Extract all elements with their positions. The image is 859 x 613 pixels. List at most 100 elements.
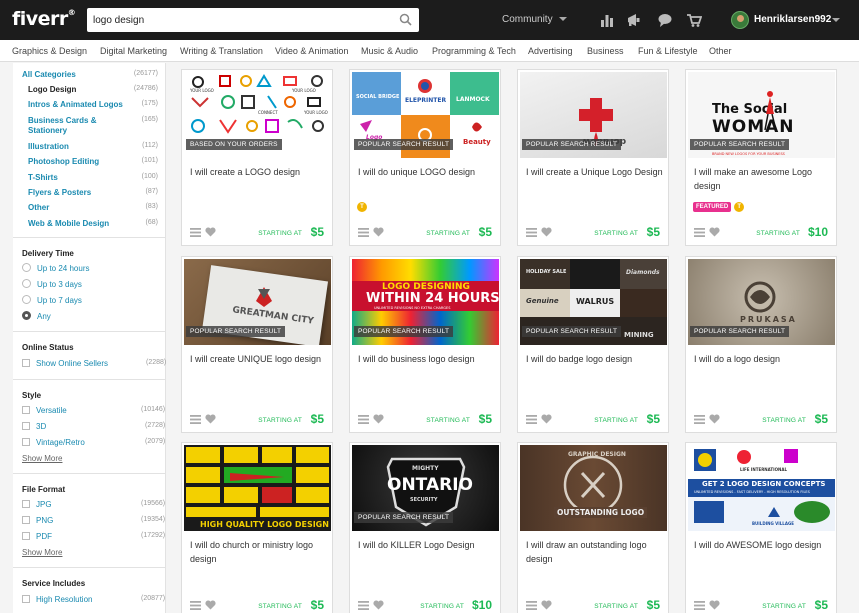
menu-icon[interactable] (526, 601, 537, 610)
radio-button[interactable] (22, 295, 31, 305)
gig-card[interactable]: GRAPHIC DESIGN OUTSTANDING LOGO I will d… (517, 442, 669, 613)
heart-icon[interactable] (709, 600, 720, 610)
chat-bubble-icon[interactable] (657, 12, 673, 28)
style-option-3d[interactable]: 3D (2728) (22, 421, 165, 431)
subcategory-flyers[interactable]: Flyers & Posters (87) (13, 188, 166, 202)
menu-icon[interactable] (358, 601, 369, 610)
style-option-vintage[interactable]: Vintage/Retro (2079) (22, 437, 165, 447)
chevron-down-icon[interactable] (832, 18, 840, 22)
subcategory-web-mobile[interactable]: Web & Mobile Design (68) (13, 219, 166, 233)
checkbox[interactable] (22, 405, 30, 414)
subcategory-all[interactable]: All Categories (26177) (13, 70, 166, 84)
search-input[interactable] (87, 8, 387, 32)
checkbox[interactable] (22, 437, 30, 446)
online-sellers-checkbox[interactable]: Show Online Sellers (2288) (22, 358, 166, 368)
gig-title[interactable]: I will do church or ministry logo design (190, 538, 328, 566)
heart-icon[interactable] (541, 600, 552, 610)
gig-card[interactable]: LIFE INTERNATIONAL GET 2 LOGO DESIGN CON… (685, 442, 837, 613)
format-option-pdf[interactable]: PDF (17292) (22, 531, 165, 541)
gig-title[interactable]: I will create a LOGO design (190, 165, 328, 179)
subcategory-illustration[interactable]: Illustration (112) (13, 142, 166, 156)
menu-icon[interactable] (694, 601, 705, 610)
gig-title[interactable]: I will make an awesome Logo design (694, 165, 832, 193)
menu-icon[interactable] (526, 228, 537, 237)
format-option-jpg[interactable]: JPG (19566) (22, 499, 165, 509)
checkbox[interactable] (22, 515, 30, 524)
heart-icon[interactable] (205, 600, 216, 610)
delivery-option-24h[interactable]: Up to 24 hours (22, 263, 89, 273)
nav-item-writing-translation[interactable]: Writing & Translation (180, 46, 263, 56)
menu-icon[interactable] (190, 228, 201, 237)
gig-title[interactable]: I will do a logo design (694, 352, 832, 366)
gig-card[interactable]: HOLIDAY SALE Diamonds Genuine WALRUS MIN… (517, 256, 669, 433)
gig-card[interactable]: LOGO DESIGNING WITHIN 24 HOURS UNLIMITED… (349, 256, 501, 433)
menu-icon[interactable] (358, 228, 369, 237)
delivery-option-3d[interactable]: Up to 3 days (22, 279, 82, 289)
nav-item-business[interactable]: Business (587, 46, 624, 56)
gig-card[interactable]: PRUKASA POPULAR SEARCH RESULT I will do … (685, 256, 837, 433)
fiverr-logo[interactable]: fiverr® (12, 8, 76, 30)
subcategory-tshirts[interactable]: T-Shirts (100) (13, 173, 166, 187)
radio-button[interactable] (22, 279, 31, 289)
megaphone-icon[interactable] (626, 12, 642, 28)
community-menu[interactable]: Community (502, 14, 567, 25)
nav-item-music-audio[interactable]: Music & Audio (361, 46, 418, 56)
menu-icon[interactable] (694, 415, 705, 424)
heart-icon[interactable] (373, 227, 384, 237)
gig-thumbnail[interactable]: LIFE INTERNATIONAL GET 2 LOGO DESIGN CON… (688, 445, 835, 531)
gig-card[interactable]: GREATMAN CITY POPULAR SEARCH RESULT I wi… (181, 256, 333, 433)
checkbox[interactable] (22, 421, 30, 430)
nav-item-graphics-design[interactable]: Graphics & Design (12, 46, 87, 56)
subcategory-logo-design[interactable]: Logo Design (24786) (13, 85, 166, 99)
checkbox[interactable] (22, 358, 30, 367)
user-avatar[interactable] (731, 11, 749, 29)
gig-title[interactable]: I will draw an outstanding logo design (526, 538, 664, 566)
delivery-option-any[interactable]: Any (22, 311, 51, 321)
gig-title[interactable]: I will do business logo design (358, 352, 496, 366)
menu-icon[interactable] (190, 415, 201, 424)
nav-item-programming-tech[interactable]: Programming & Tech (432, 46, 516, 56)
checkbox[interactable] (22, 594, 30, 603)
shopping-cart-icon[interactable] (686, 12, 702, 28)
gig-title[interactable]: I will do AWESOME logo design (694, 538, 832, 552)
subcategory-business-cards[interactable]: Business Cards & Stationery (165) (13, 116, 166, 138)
gig-title[interactable]: I will create UNIQUE logo design (190, 352, 328, 366)
gig-card[interactable]: MIGHTY ONTARIO SECURITY POPULAR SEARCH R… (349, 442, 501, 613)
menu-icon[interactable] (694, 228, 705, 237)
gig-title[interactable]: I will do badge logo design (526, 352, 664, 366)
search-icon[interactable] (399, 13, 412, 26)
gig-card[interactable]: YOUR LOGO YOUR LOGO CONNECT YOUR LOGO BASED… (181, 69, 333, 246)
checkbox[interactable] (22, 499, 30, 508)
analytics-icon[interactable] (599, 12, 615, 28)
gig-card[interactable]: SOCIAL BRIDGE ELEPRINTER LANMOCK Beauty … (349, 69, 501, 246)
username-label[interactable]: Henriklarsen992 (754, 14, 831, 25)
heart-icon[interactable] (709, 414, 720, 424)
gig-card[interactable]: The Social WOMAN BRAND NEW LOGOS FOR YOU… (685, 69, 837, 246)
radio-button-selected[interactable] (22, 311, 31, 321)
subcategory-photoshop[interactable]: Photoshop Editing (101) (13, 157, 166, 171)
heart-icon[interactable] (373, 600, 384, 610)
style-show-more-link[interactable]: Show More (22, 454, 62, 463)
gig-card[interactable]: doradow POPULAR SEARCH RESULT I will cre… (517, 69, 669, 246)
menu-icon[interactable] (526, 415, 537, 424)
nav-item-digital-marketing[interactable]: Digital Marketing (100, 46, 167, 56)
nav-item-video-animation[interactable]: Video & Animation (275, 46, 348, 56)
radio-button[interactable] (22, 263, 31, 273)
nav-item-other[interactable]: Other (709, 46, 732, 56)
style-option-versatile[interactable]: Versatile (10146) (22, 405, 165, 415)
heart-icon[interactable] (541, 227, 552, 237)
gig-card[interactable]: HIGH QUALITY LOGO DESIGN I will do churc… (181, 442, 333, 613)
gig-title[interactable]: I will do unique LOGO design (358, 165, 496, 179)
gig-thumbnail[interactable]: GRAPHIC DESIGN OUTSTANDING LOGO (520, 445, 667, 531)
heart-icon[interactable] (709, 227, 720, 237)
heart-icon[interactable] (205, 414, 216, 424)
menu-icon[interactable] (190, 601, 201, 610)
menu-icon[interactable] (358, 415, 369, 424)
heart-icon[interactable] (541, 414, 552, 424)
nav-item-advertising[interactable]: Advertising (528, 46, 573, 56)
delivery-option-7d[interactable]: Up to 7 days (22, 295, 82, 305)
subcategory-intros[interactable]: Intros & Animated Logos (175) (13, 100, 166, 114)
checkbox[interactable] (22, 531, 30, 540)
gig-title[interactable]: I will create a Unique Logo Design (526, 165, 664, 179)
heart-icon[interactable] (373, 414, 384, 424)
